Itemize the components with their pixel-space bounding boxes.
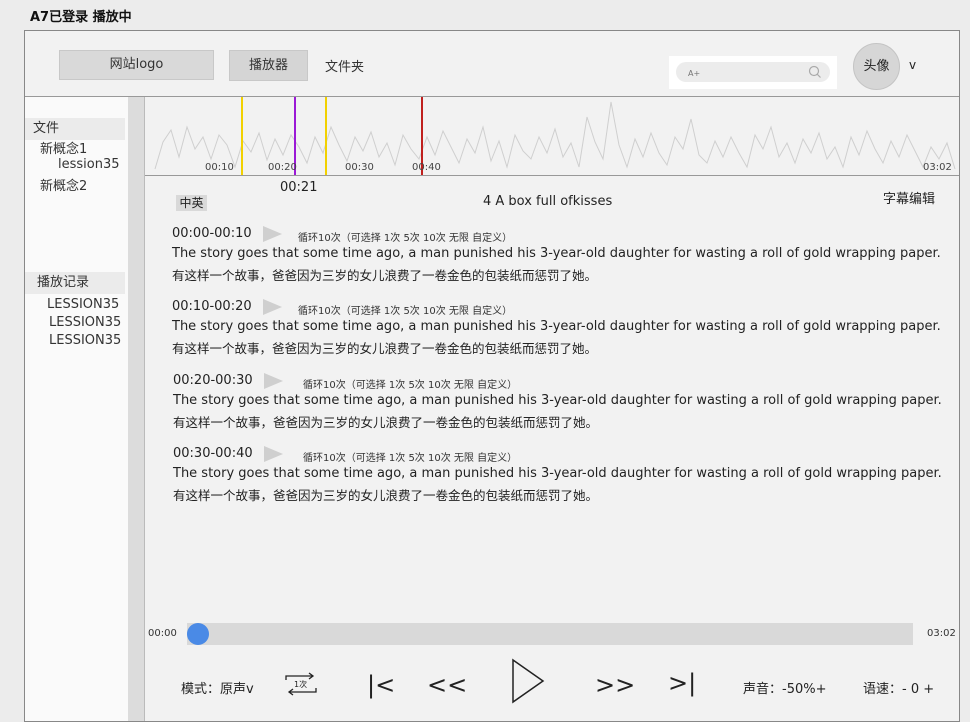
history-heading[interactable]: 播放记录: [25, 272, 125, 294]
history-item[interactable]: LESSION35: [49, 315, 121, 330]
segment-english-text: The story goes that some time ago, a man…: [173, 466, 942, 481]
sidebar-scrollbar[interactable]: [128, 97, 144, 721]
site-logo[interactable]: 网站logo: [59, 50, 214, 80]
segment-english-text: The story goes that some time ago, a man…: [173, 393, 942, 408]
avatar-menu-caret[interactable]: v: [909, 58, 916, 72]
window-title: A7已登录 播放中: [30, 10, 132, 25]
current-time: 00:00: [148, 628, 177, 639]
subtitle-edit-button[interactable]: 字幕编辑: [883, 188, 935, 207]
top-header: 网站logo 播放器 文件夹 头像 v: [25, 31, 959, 97]
segment-chinese-text: 有这样一个故事，爸爸因为三岁的女儿浪费了一卷金色的包装纸而惩罚了她。: [173, 415, 599, 430]
segment-time: 00:10-00:20: [172, 299, 252, 314]
play-button[interactable]: [511, 658, 545, 704]
segment-loop-options[interactable]: 循环10次（可选择 1次 5次 10次 无限 自定义）: [303, 449, 517, 464]
segment-play-button[interactable]: [263, 299, 282, 315]
tick-label: 00:20: [268, 162, 297, 173]
track-title: 4 A box full ofkisses: [483, 194, 613, 209]
segment-loop-options[interactable]: 循环10次（可选择 1次 5次 10次 无限 自定义）: [298, 229, 512, 244]
segment-loop-options[interactable]: 循环10次（可选择 1次 5次 10次 无限 自定义）: [303, 376, 517, 391]
history-item[interactable]: LESSION35: [47, 297, 119, 312]
repeat-button[interactable]: 1次: [284, 671, 318, 697]
rewind-button[interactable]: <<: [427, 673, 467, 697]
waveform-end-time: 03:02: [923, 162, 952, 173]
segment-play-button[interactable]: [264, 373, 283, 389]
progress-thumb[interactable]: [187, 623, 209, 645]
marker-time: 00:21: [280, 180, 318, 195]
segment-time: 00:30-00:40: [173, 446, 253, 461]
segment-english-text: The story goes that some time ago, a man…: [172, 246, 941, 261]
search-input[interactable]: [686, 64, 800, 82]
app-frame: 网站logo 播放器 文件夹 头像 v 文件 新概念1 lession35 新概…: [24, 30, 960, 722]
file-item[interactable]: 新概念1: [40, 138, 87, 157]
history-item[interactable]: LESSION35: [49, 333, 121, 348]
segment-time: 00:20-00:30: [173, 373, 253, 388]
repeat-count: 1次: [294, 680, 308, 689]
tick-label: 00:10: [205, 162, 234, 173]
segment-chinese-text: 有这样一个故事，爸爸因为三岁的女儿浪费了一卷金色的包装纸而惩罚了她。: [173, 488, 599, 503]
volume-control[interactable]: 声音：-50%+: [743, 678, 826, 697]
file-item[interactable]: lession35: [58, 157, 120, 172]
search-box: [669, 56, 837, 89]
fast-forward-button[interactable]: >>: [595, 673, 635, 697]
subtitle-segment: 00:30-00:40 循环10次（可选择 1次 5次 10次 无限 自定义） …: [172, 446, 942, 506]
segment-chinese-text: 有这样一个故事，爸爸因为三岁的女儿浪费了一卷金色的包装纸而惩罚了她。: [172, 268, 598, 283]
progress-bar[interactable]: [187, 623, 913, 645]
play-icon: [512, 658, 545, 704]
search-icon[interactable]: [808, 65, 822, 79]
sidebar: 文件 新概念1 lession35 新概念2 播放记录 LESSION35 LE…: [25, 97, 128, 721]
subtitle-segment: 00:10-00:20 循环10次（可选择 1次 5次 10次 无限 自定义） …: [172, 299, 941, 359]
segment-chinese-text: 有这样一个故事，爸爸因为三岁的女儿浪费了一卷金色的包装纸而惩罚了她。: [172, 341, 598, 356]
search-pill: [676, 62, 830, 82]
waveform[interactable]: 00:10 00:20 00:30 00:40 03:02: [145, 97, 959, 175]
file-item[interactable]: 新概念2: [40, 175, 87, 194]
next-track-button[interactable]: >|: [668, 671, 696, 695]
language-toggle-button[interactable]: 中英: [176, 195, 207, 211]
segment-time: 00:00-00:10: [172, 226, 252, 241]
avatar[interactable]: 头像: [853, 43, 900, 90]
files-heading[interactable]: 文件: [25, 118, 125, 140]
tab-folder[interactable]: 文件夹: [325, 56, 364, 75]
segment-play-button[interactable]: [263, 226, 282, 242]
segment-english-text: The story goes that some time ago, a man…: [172, 319, 941, 334]
waveform-divider: [145, 175, 959, 176]
total-time: 03:02: [927, 628, 956, 639]
previous-track-button[interactable]: |<: [367, 673, 395, 697]
tick-label: 00:40: [412, 162, 441, 173]
subtitle-segment: 00:20-00:30 循环10次（可选择 1次 5次 10次 无限 自定义） …: [172, 373, 942, 433]
mode-selector[interactable]: 模式：原声v: [181, 678, 254, 697]
subtitle-segment: 00:00-00:10 循环10次（可选择 1次 5次 10次 无限 自定义） …: [172, 226, 941, 286]
tab-player[interactable]: 播放器: [229, 50, 308, 81]
sidebar-divider: [144, 97, 145, 721]
speed-control[interactable]: 语速：- 0 +: [863, 678, 934, 697]
segment-loop-options[interactable]: 循环10次（可选择 1次 5次 10次 无限 自定义）: [298, 302, 512, 317]
segment-play-button[interactable]: [264, 446, 283, 462]
tick-label: 00:30: [345, 162, 374, 173]
